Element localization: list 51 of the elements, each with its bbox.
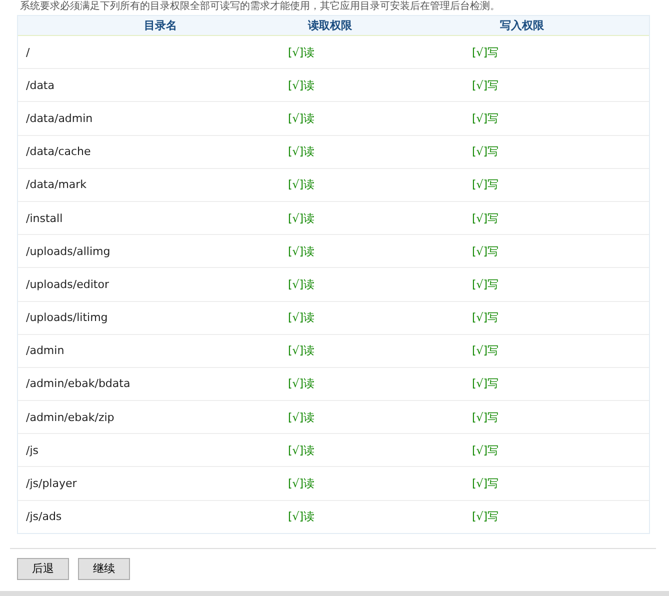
directory-cell-text: /uploads/editor <box>25 278 110 291</box>
write-status: [√]写 <box>472 78 500 93</box>
read-status: [√]读 <box>288 509 316 524</box>
read-status: [√]读 <box>288 110 316 126</box>
write-status: [√]写 <box>472 310 500 326</box>
write-status: [√]写 <box>472 177 500 192</box>
directory-cell-text: /js <box>25 444 40 457</box>
write-status: [√]写 <box>472 210 500 226</box>
read-status: [√]读 <box>288 44 316 60</box>
column-header: 读取权限 <box>306 18 353 33</box>
write-status: [√]写 <box>472 376 500 392</box>
read-status: [√]读 <box>288 177 316 192</box>
directory-cell-text: /admin/ebak/zip <box>25 410 116 424</box>
read-status: [√]读 <box>288 78 316 93</box>
write-status: [√]写 <box>472 476 500 492</box>
read-status: [√]读 <box>288 442 316 458</box>
read-status: [√]读 <box>288 376 316 392</box>
directory-cell-text: /uploads/litimg <box>25 311 109 324</box>
directory-cell-text: /data/cache <box>25 145 92 158</box>
directory-cell-text: /uploads/allimg <box>25 244 112 258</box>
directory-cell-text: /data <box>25 78 56 92</box>
read-status: [√]读 <box>288 244 316 259</box>
write-status: [√]写 <box>472 144 500 160</box>
directory-cell-text: /data/mark <box>25 178 88 192</box>
write-status: [√]写 <box>472 44 500 60</box>
read-status: [√]读 <box>288 276 316 292</box>
directory-cell-text: /js/ads <box>25 510 63 524</box>
intro-text: 系统要求必须满足下列所有的目录权限全部可读写的需求才能使用，其它应用目录可安装后在管理后台检测。 <box>19 0 501 14</box>
read-status: [√]读 <box>288 343 316 358</box>
directory-cell-text: /data/admin <box>25 112 94 125</box>
directory-cell-text: /js/player <box>25 477 78 490</box>
write-status: [√]写 <box>472 509 500 524</box>
write-status: [√]写 <box>472 343 500 358</box>
read-status: [√]读 <box>288 310 316 326</box>
write-status: [√]写 <box>472 276 500 292</box>
directory-cell-text: /install <box>25 212 64 225</box>
write-status: [√]写 <box>472 110 500 126</box>
directory-cell-text: /admin/ebak/bdata <box>25 377 132 390</box>
read-status: [√]读 <box>288 210 316 226</box>
back-button[interactable]: 后退 <box>17 558 69 580</box>
read-status: [√]读 <box>288 476 316 492</box>
read-status: [√]读 <box>288 410 316 425</box>
column-header: 目录名 <box>143 18 178 33</box>
write-status: [√]写 <box>472 442 500 458</box>
write-status: [√]写 <box>472 410 500 425</box>
continue-button[interactable]: 继续 <box>78 558 130 580</box>
directory-cell-text: / <box>25 46 31 59</box>
column-header: 写入权限 <box>499 18 545 33</box>
read-status: [√]读 <box>288 144 316 160</box>
directory-cell-text: /admin <box>25 344 66 358</box>
write-status: [√]写 <box>472 244 500 259</box>
